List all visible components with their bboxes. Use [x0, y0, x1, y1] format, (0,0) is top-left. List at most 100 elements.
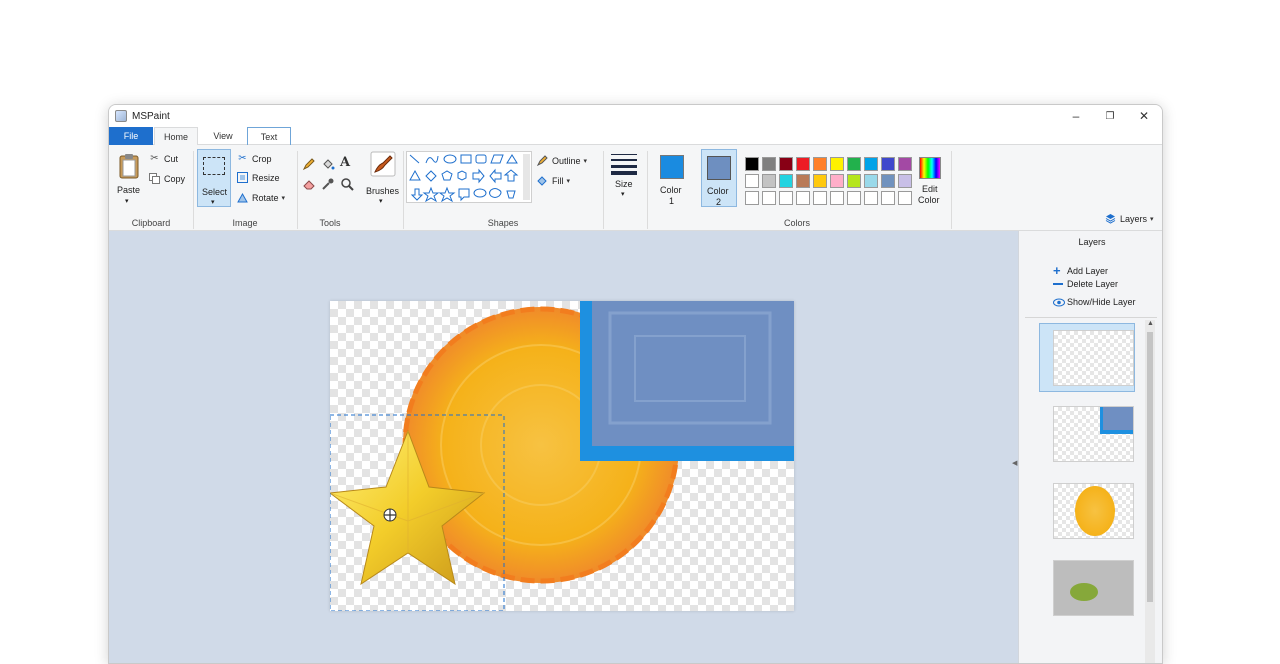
outline-label: Outline — [552, 155, 581, 166]
fill-caret-icon: ▾ — [566, 177, 571, 185]
fill-label: Fill — [552, 175, 564, 186]
color2-button[interactable]: Color 2 — [701, 149, 737, 207]
delete-icon — [1053, 283, 1063, 285]
crop-button[interactable]: ✂ Crop — [237, 153, 272, 164]
minimize-button[interactable]: – — [1059, 105, 1093, 127]
copy-button[interactable]: Copy — [149, 173, 185, 184]
brushes-caret-icon: ▾ — [379, 198, 383, 205]
group-label-image: Image — [232, 218, 258, 228]
color-swatch[interactable] — [779, 191, 793, 205]
color-swatch[interactable] — [745, 157, 759, 171]
delete-layer-button[interactable]: Delete Layer — [1053, 279, 1118, 289]
cut-icon: ✂ — [150, 153, 159, 164]
brush-icon — [370, 151, 396, 177]
drawing-canvas[interactable] — [330, 301, 794, 611]
color-swatch[interactable] — [898, 191, 912, 205]
tab-text[interactable]: Text — [247, 127, 291, 145]
shapes-scrollbar[interactable] — [523, 154, 530, 200]
cut-label: Cut — [164, 153, 179, 164]
size-button[interactable]: Size ▾ — [609, 149, 639, 205]
color-swatch[interactable] — [864, 157, 878, 171]
layer-thumbnail-3[interactable] — [1053, 483, 1134, 539]
color-swatch[interactable] — [864, 174, 878, 188]
eye-icon — [1053, 298, 1067, 307]
outline-button[interactable]: Outline ▾ — [537, 155, 587, 166]
fill-button[interactable]: Fill ▾ — [537, 175, 570, 186]
resize-button[interactable]: Resize — [237, 172, 280, 183]
color-swatch[interactable] — [881, 174, 895, 188]
shapes-gallery[interactable] — [406, 151, 532, 203]
toggle-layer-visibility-button[interactable]: Show/Hide Layer — [1053, 297, 1136, 307]
color-picker-tool[interactable] — [321, 177, 335, 191]
color-swatch[interactable] — [813, 157, 827, 171]
color-swatch[interactable] — [847, 191, 861, 205]
color-swatch[interactable] — [745, 191, 759, 205]
brushes-button[interactable]: Brushes ▾ — [365, 149, 401, 207]
color-swatch[interactable] — [830, 174, 844, 188]
color-swatch[interactable] — [762, 157, 776, 171]
restore-button[interactable]: ❐ — [1093, 105, 1127, 127]
layers-panel-title: Layers — [1078, 237, 1106, 247]
add-layer-button[interactable]: + Add Layer — [1053, 263, 1108, 278]
pencil-tool[interactable] — [302, 157, 316, 171]
group-label-colors: Colors — [783, 218, 810, 228]
rotate-button[interactable]: Rotate ▾ — [237, 192, 285, 203]
group-label-shapes: Shapes — [487, 218, 519, 228]
size-label: Size — [615, 179, 633, 189]
color-swatch[interactable] — [762, 174, 776, 188]
color-swatch[interactable] — [796, 174, 810, 188]
magnifier-tool[interactable] — [340, 177, 354, 191]
layers-scrollbar[interactable]: ▲ — [1145, 320, 1155, 663]
canvas-area[interactable] — [109, 231, 1018, 663]
canvas-artwork — [330, 301, 794, 611]
paste-icon — [119, 154, 139, 179]
edit-color-button[interactable]: Edit Color — [915, 153, 945, 209]
color-swatch[interactable] — [881, 157, 895, 171]
text-tool[interactable]: A — [340, 155, 354, 171]
color-swatch[interactable] — [847, 174, 861, 188]
color-swatch[interactable] — [881, 191, 895, 205]
paste-button[interactable]: Paste ▾ — [115, 151, 143, 209]
select-button[interactable]: Select ▾ — [197, 149, 231, 207]
collapse-panel-icon[interactable]: ◀ — [1012, 459, 1017, 467]
color-swatch[interactable] — [830, 157, 844, 171]
layer-thumbnail-4[interactable] — [1053, 560, 1134, 616]
color2-number: 2 — [716, 197, 722, 207]
fill-icon — [537, 175, 548, 186]
color1-swatch — [660, 155, 684, 179]
close-button[interactable]: ✕ — [1127, 105, 1161, 127]
color-swatch[interactable] — [813, 174, 827, 188]
layers-toggle-label: Layers — [1120, 213, 1148, 224]
layers-toggle-button[interactable]: Layers ▾ — [1105, 213, 1154, 224]
scroll-up-icon[interactable]: ▲ — [1147, 320, 1154, 327]
color1-button[interactable]: Color 1 — [653, 151, 691, 207]
scrollbar-thumb[interactable] — [1147, 332, 1153, 602]
group-label-tools: Tools — [319, 218, 341, 228]
layers-caret-icon: ▾ — [1150, 215, 1154, 223]
color-swatch[interactable] — [898, 174, 912, 188]
color-swatch[interactable] — [779, 157, 793, 171]
color-swatch[interactable] — [796, 157, 810, 171]
color-swatch[interactable] — [762, 191, 776, 205]
tab-file[interactable]: File — [109, 127, 153, 145]
layer-thumbnail-1[interactable] — [1053, 330, 1134, 386]
color-swatch[interactable] — [830, 191, 844, 205]
close-icon: ✕ — [1138, 109, 1150, 123]
cut-button[interactable]: ✂ Cut — [149, 153, 178, 164]
color-swatch[interactable] — [898, 157, 912, 171]
edit-color-icon — [919, 157, 941, 179]
layer-thumbnail-2[interactable] — [1053, 406, 1134, 462]
color-swatch[interactable] — [779, 174, 793, 188]
tab-view[interactable]: View — [201, 127, 245, 145]
crop-label: Crop — [252, 153, 272, 164]
color-swatch[interactable] — [796, 191, 810, 205]
add-layer-label: Add Layer — [1067, 265, 1109, 276]
eraser-tool[interactable] — [302, 177, 316, 191]
color-swatch[interactable] — [847, 157, 861, 171]
fill-tool[interactable] — [321, 157, 335, 171]
color-swatch[interactable] — [813, 191, 827, 205]
color-swatch[interactable] — [864, 191, 878, 205]
delete-layer-label: Delete Layer — [1067, 279, 1119, 289]
color-swatch[interactable] — [745, 174, 759, 188]
tab-home[interactable]: Home — [154, 127, 198, 146]
